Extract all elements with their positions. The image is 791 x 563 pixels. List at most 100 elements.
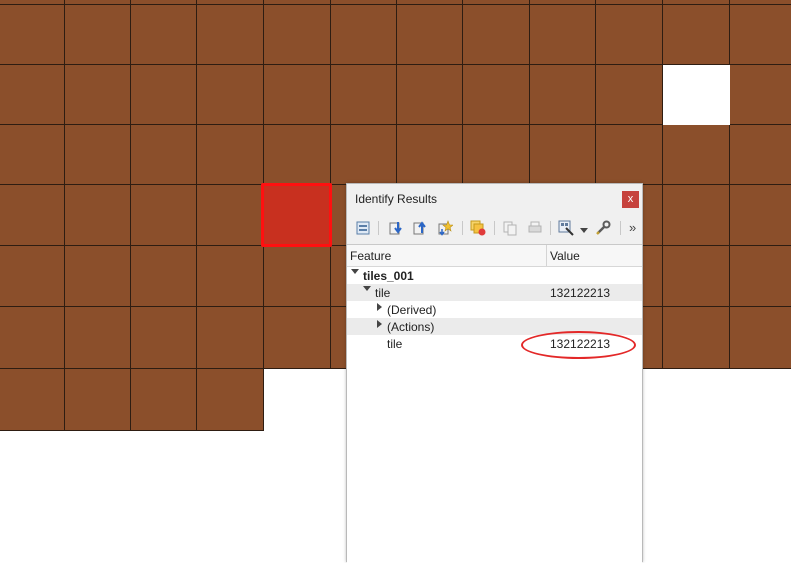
expanded-arrow-icon[interactable] [363, 286, 371, 291]
toolbar-separator [378, 221, 379, 235]
collapsed-arrow-icon[interactable] [377, 303, 382, 311]
attribute-label: tile [387, 337, 403, 351]
map-tile[interactable] [730, 5, 791, 65]
map-tile[interactable] [730, 246, 791, 307]
map-tile[interactable] [596, 5, 663, 65]
map-tile[interactable] [131, 125, 197, 185]
toolbar-separator [494, 221, 495, 235]
map-tile[interactable] [131, 246, 197, 307]
map-tile[interactable] [131, 369, 197, 431]
map-tile[interactable] [663, 307, 730, 369]
identify-mode-icon[interactable] [558, 220, 574, 236]
map-tile[interactable] [65, 185, 131, 246]
print-icon[interactable] [527, 220, 543, 236]
map-tile[interactable] [596, 125, 663, 185]
map-tile[interactable] [65, 369, 131, 431]
identify-toolbar: » [347, 215, 642, 243]
map-tile[interactable] [730, 125, 791, 185]
derived-label: (Derived) [387, 303, 437, 317]
expand-tree-icon[interactable] [388, 220, 404, 236]
map-tile[interactable] [65, 246, 131, 307]
collapsed-arrow-icon[interactable] [377, 320, 382, 328]
map-tile[interactable] [397, 125, 463, 185]
map-tile[interactable] [730, 185, 791, 246]
map-tile[interactable] [0, 185, 65, 246]
map-tile[interactable] [331, 5, 397, 65]
feature-value: 132122213 [550, 286, 611, 300]
map-tile[interactable] [0, 369, 65, 431]
map-tile[interactable] [264, 307, 331, 369]
map-tile[interactable] [663, 185, 730, 246]
tree-row-derived[interactable]: (Derived) [347, 301, 642, 318]
feature-label: tile [375, 286, 391, 300]
map-tile[interactable] [264, 65, 331, 125]
map-tile[interactable] [131, 185, 197, 246]
map-tile[interactable] [197, 246, 264, 307]
tree-row-layer[interactable]: tiles_001 [347, 267, 642, 284]
close-button[interactable]: x [622, 191, 639, 208]
toolbar-overflow-button[interactable]: » [629, 220, 636, 235]
toolbar-separator [550, 221, 551, 235]
toolbar-separator [462, 221, 463, 235]
chevron-down-icon[interactable] [580, 228, 588, 233]
map-tile[interactable] [197, 307, 264, 369]
tree-row-feature[interactable]: tile 132122213 [347, 284, 642, 301]
tree-header: Feature Value [347, 245, 642, 267]
settings-wrench-icon[interactable] [595, 220, 611, 236]
map-tile[interactable] [663, 246, 730, 307]
map-tile[interactable] [197, 125, 264, 185]
results-tree: Feature Value tiles_001 tile 132122213 (… [347, 244, 642, 563]
layer-name: tiles_001 [363, 269, 414, 283]
map-tile[interactable] [530, 5, 596, 65]
map-tile[interactable] [131, 5, 197, 65]
copy-feature-icon[interactable] [502, 220, 518, 236]
map-tile[interactable] [730, 307, 791, 369]
map-tile[interactable] [264, 125, 331, 185]
highlight-ellipse [521, 331, 636, 359]
map-tile[interactable] [197, 5, 264, 65]
map-tile[interactable] [463, 5, 530, 65]
map-tile[interactable] [530, 125, 596, 185]
map-tile[interactable] [0, 246, 65, 307]
map-tile[interactable] [197, 65, 264, 125]
map-tile[interactable] [65, 125, 131, 185]
panel-title: Identify Results [355, 192, 438, 206]
map-tile[interactable] [331, 65, 397, 125]
map-tile[interactable] [65, 307, 131, 369]
collapse-tree-icon[interactable] [412, 220, 428, 236]
expanded-arrow-icon[interactable] [351, 269, 359, 274]
column-divider [546, 245, 547, 266]
map-tile[interactable] [65, 65, 131, 125]
map-tile[interactable] [131, 65, 197, 125]
actions-label: (Actions) [387, 320, 435, 334]
feature-column-header[interactable]: Feature [350, 249, 391, 263]
selected-map-tile[interactable] [261, 183, 332, 247]
map-tile[interactable] [463, 65, 530, 125]
map-tile[interactable] [397, 65, 463, 125]
map-tile[interactable] [463, 125, 530, 185]
expand-all-icon[interactable] [355, 220, 371, 236]
identify-results-panel: Identify Results x » Feature Value tiles… [346, 183, 643, 563]
clear-results-icon[interactable] [470, 220, 486, 236]
map-tile[interactable] [264, 246, 331, 307]
map-tile[interactable] [0, 125, 65, 185]
map-tile[interactable] [530, 65, 596, 125]
map-tile[interactable] [0, 307, 65, 369]
map-tile[interactable] [131, 307, 197, 369]
map-tile[interactable] [264, 5, 331, 65]
map-tile[interactable] [0, 65, 65, 125]
map-tile[interactable] [65, 5, 131, 65]
map-tile[interactable] [197, 369, 264, 431]
select-features-icon[interactable] [437, 220, 453, 236]
value-column-header[interactable]: Value [550, 249, 580, 263]
panel-title-bar[interactable]: Identify Results x [347, 184, 642, 214]
map-tile[interactable] [197, 185, 264, 246]
map-tile[interactable] [663, 5, 730, 65]
map-tile[interactable] [397, 5, 463, 65]
map-tile[interactable] [596, 65, 663, 125]
map-tile[interactable] [0, 5, 65, 65]
map-tile[interactable] [663, 125, 730, 185]
map-tile[interactable] [730, 65, 791, 125]
toolbar-separator [620, 221, 621, 235]
map-tile[interactable] [331, 125, 397, 185]
